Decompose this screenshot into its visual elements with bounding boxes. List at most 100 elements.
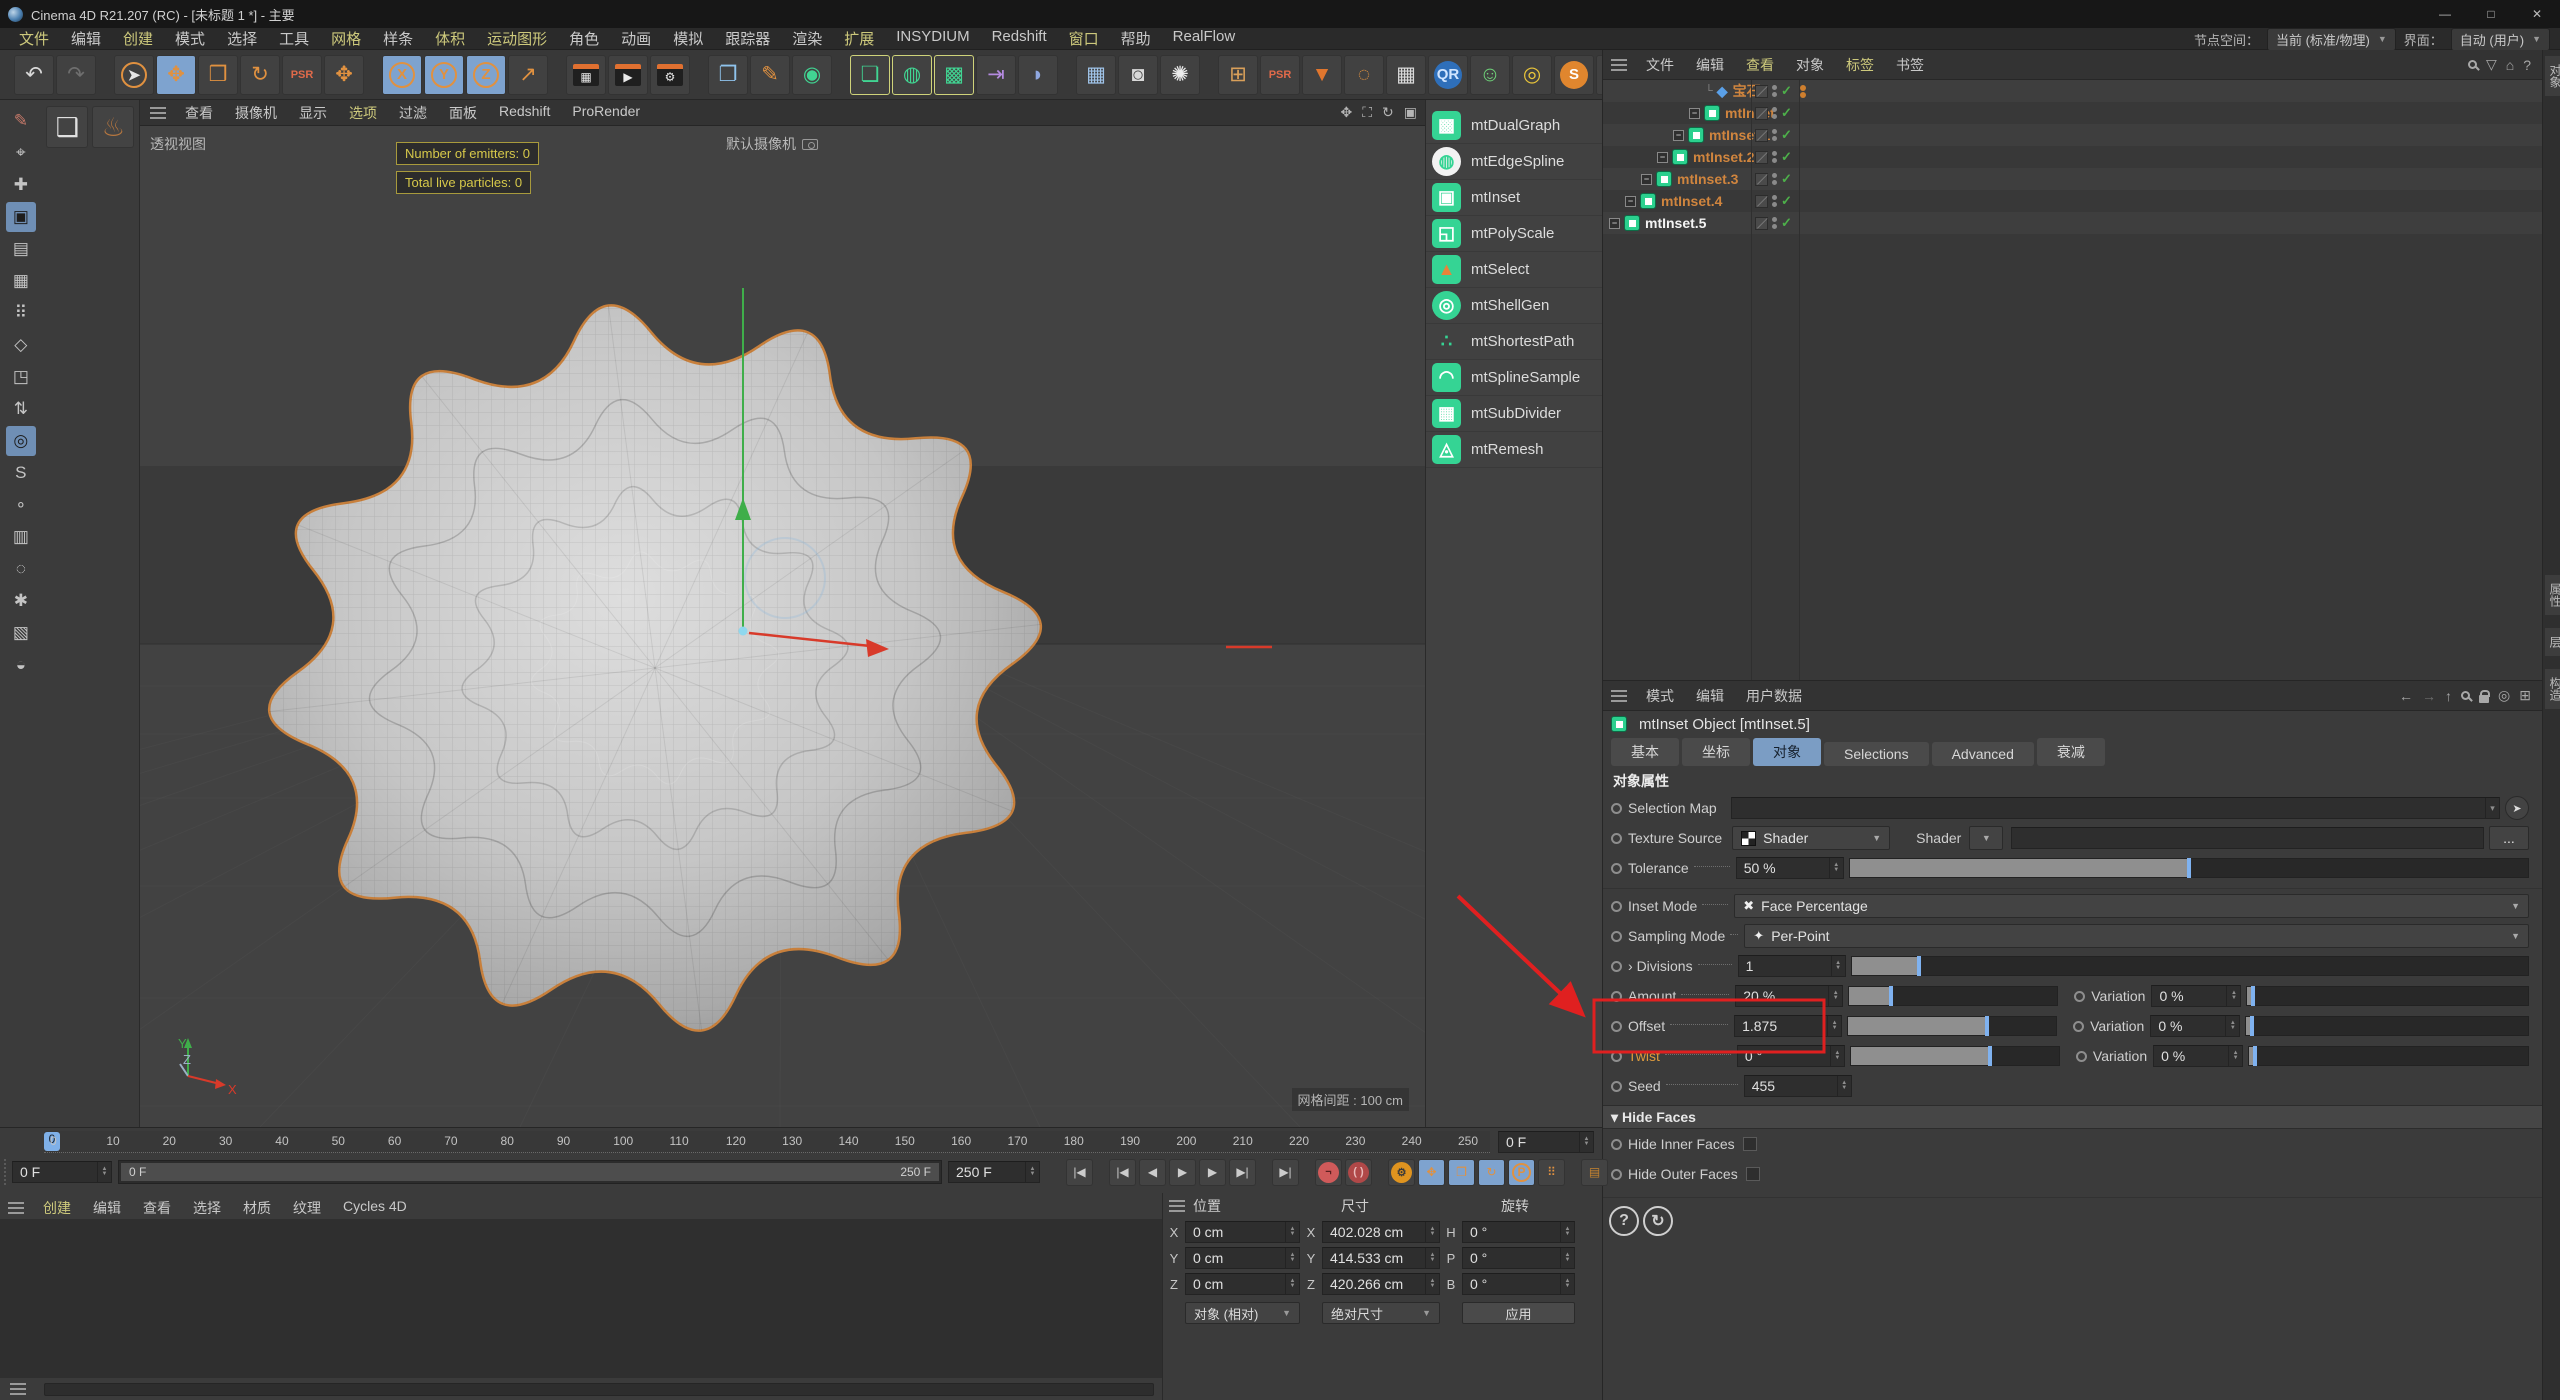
viewport-menu-显示[interactable]: 显示	[288, 103, 338, 123]
visibility-cluster[interactable]: ✓	[1755, 193, 1792, 209]
visibility-cluster[interactable]: ✓	[1755, 171, 1792, 187]
minimize-button[interactable]: —	[2422, 0, 2468, 28]
spline-pen-icon[interactable]: ✎	[750, 55, 790, 95]
amount-variation-field[interactable]: 0 %▲▼	[2151, 985, 2241, 1007]
pick-object-icon[interactable]: ➤	[2505, 796, 2529, 820]
view-name-label[interactable]: 透视视图	[150, 134, 206, 154]
material-menu-编辑[interactable]: 编辑	[82, 1198, 132, 1218]
help-icon[interactable]: ?	[2523, 57, 2531, 73]
search-icon[interactable]	[2468, 60, 2477, 69]
object-manager-menu-对象[interactable]: 对象	[1785, 55, 1835, 75]
object-name[interactable]: mtInset.4	[1661, 193, 1722, 209]
timeline-ruler[interactable]: 0 01020304050607080901001101201301401501…	[44, 1131, 1490, 1153]
shader-type-select[interactable]: ▼	[1969, 826, 2003, 850]
attribute-menu-模式[interactable]: 模式	[1635, 686, 1685, 706]
maximize-view-icon[interactable]: ▣	[1404, 104, 1417, 121]
tab-layers[interactable]: 层	[2545, 628, 2560, 656]
tab-衰减[interactable]: 衰减	[2037, 738, 2105, 766]
material-menu-选择[interactable]: 选择	[182, 1198, 232, 1218]
sketch-toon-icon[interactable]: S	[1554, 55, 1594, 95]
key-scale-button[interactable]: ❒	[1448, 1159, 1475, 1186]
viewport-solo-icon[interactable]: ✱	[6, 586, 36, 616]
pen-tool-icon[interactable]: ✎	[6, 106, 36, 136]
rotation-b-field[interactable]: 0 °▲▼	[1462, 1273, 1575, 1295]
visibility-cluster[interactable]: ✓	[1755, 127, 1792, 143]
attribute-menu-icon[interactable]	[1611, 690, 1627, 702]
undo-icon[interactable]: ↶	[14, 55, 54, 95]
radio-icon[interactable]	[1611, 931, 1622, 942]
visibility-cluster[interactable]: ✓	[1755, 149, 1792, 165]
record-options-button[interactable]: ⚙	[1388, 1159, 1415, 1186]
plugin-item-mtShellGen[interactable]: ◎mtShellGen	[1426, 288, 1602, 324]
deformer-icon[interactable]: ▼	[1302, 55, 1342, 95]
material-menu-创建[interactable]: 创建	[32, 1198, 82, 1218]
radio-icon[interactable]	[2074, 991, 2085, 1002]
end-frame-field[interactable]: 250 F▲▼	[948, 1161, 1040, 1183]
menu-创建[interactable]: 创建	[112, 28, 164, 49]
live-selection-icon[interactable]: ➤	[114, 55, 154, 95]
object-manager-menu-书签[interactable]: 书签	[1885, 55, 1935, 75]
convert-object-icon[interactable]: ❑	[46, 106, 88, 148]
radio-icon[interactable]	[1611, 991, 1622, 1002]
hide-faces-section[interactable]: ▾Hide Faces	[1603, 1105, 2543, 1129]
enabled-check-icon[interactable]: ✓	[1781, 215, 1792, 231]
play-button[interactable]: ▶	[1169, 1159, 1196, 1186]
help-button[interactable]: ?	[1609, 1206, 1639, 1236]
material-menu-查看[interactable]: 查看	[132, 1198, 182, 1218]
enabled-check-icon[interactable]: ✓	[1781, 127, 1792, 143]
frame-range-slider[interactable]: 0 F250 F	[118, 1160, 942, 1184]
menu-模式[interactable]: 模式	[164, 28, 216, 49]
object-manager-menu-编辑[interactable]: 编辑	[1685, 55, 1735, 75]
sampling-mode-select[interactable]: ✦ Per-Point▼	[1744, 924, 2529, 948]
qr-plugin-icon[interactable]: QR	[1428, 55, 1468, 95]
path-icon[interactable]: ⌂	[2506, 57, 2514, 73]
viewport-menu-选项[interactable]: 选项	[338, 103, 388, 123]
camera-icon[interactable]: ◙	[1118, 55, 1158, 95]
camera-label-wrap[interactable]: 默认摄像机	[726, 134, 818, 154]
offset-field[interactable]: 1.875▲▼	[1734, 1015, 1842, 1037]
viewport-menu-Redshift[interactable]: Redshift	[488, 103, 561, 123]
viewport-menu-icon[interactable]	[150, 107, 166, 119]
target-plugin-icon[interactable]: ◎	[1512, 55, 1552, 95]
plugin-item-mtSelect[interactable]: ▲mtSelect	[1426, 252, 1602, 288]
plugin-item-mtPolyScale[interactable]: ◱mtPolyScale	[1426, 216, 1602, 252]
hide-inner-checkbox[interactable]	[1743, 1137, 1757, 1151]
swap-mode-icon[interactable]: ⇅	[6, 394, 36, 424]
tab-坐标[interactable]: 坐标	[1682, 738, 1750, 766]
magnet-icon[interactable]: ∘	[6, 490, 36, 520]
tab-对象[interactable]: 对象	[1753, 738, 1821, 766]
enable-toggle-icon[interactable]	[1755, 195, 1768, 208]
render-settings-icon[interactable]: ⚙	[650, 55, 690, 95]
radio-icon[interactable]	[1611, 1139, 1622, 1150]
tab-Advanced[interactable]: Advanced	[1932, 742, 2034, 766]
mograph-cloner-icon[interactable]: ▩	[934, 55, 974, 95]
material-menu-icon[interactable]	[8, 1202, 24, 1214]
apply-button[interactable]: 应用	[1462, 1302, 1575, 1324]
table-row[interactable]: −mtInset.1✓	[1603, 124, 2543, 146]
material-menu-Cycles 4D[interactable]: Cycles 4D	[332, 1198, 418, 1218]
radio-icon[interactable]	[1611, 803, 1622, 814]
key-position-button[interactable]: ✥	[1418, 1159, 1445, 1186]
enable-toggle-icon[interactable]	[1755, 107, 1768, 120]
selection-map-field[interactable]: ▾	[1731, 797, 2500, 819]
offset-slider[interactable]	[1847, 1016, 2057, 1036]
new-panel-icon[interactable]: ⊞	[2519, 687, 2531, 704]
plugin-item-mtInset[interactable]: ▣mtInset	[1426, 180, 1602, 216]
gravity-icon[interactable]: ◒	[6, 650, 36, 680]
radio-icon[interactable]	[1611, 1081, 1622, 1092]
amount-field[interactable]: 20 %▲▼	[1735, 985, 1843, 1007]
object-manager-menu-查看[interactable]: 查看	[1735, 55, 1785, 75]
gizmo-center[interactable]	[739, 627, 748, 636]
inset-mode-select[interactable]: ✖ Face Percentage▼	[1734, 894, 2529, 918]
material-menu-纹理[interactable]: 纹理	[282, 1198, 332, 1218]
radio-icon[interactable]	[2076, 1051, 2087, 1062]
menu-INSYDIUM[interactable]: INSYDIUM	[885, 28, 980, 49]
tolerance-slider[interactable]	[1849, 858, 2529, 878]
radio-icon[interactable]	[1611, 833, 1622, 844]
scale-tool-icon[interactable]: ❒	[198, 55, 238, 95]
enable-axis-icon[interactable]: ◎	[6, 426, 36, 456]
nurbs-surface-icon[interactable]: ◗	[1018, 55, 1058, 95]
menu-帮助[interactable]: 帮助	[1110, 28, 1162, 49]
offset-variation-slider[interactable]	[2245, 1016, 2529, 1036]
key-pla-button[interactable]: ⠿	[1538, 1159, 1565, 1186]
